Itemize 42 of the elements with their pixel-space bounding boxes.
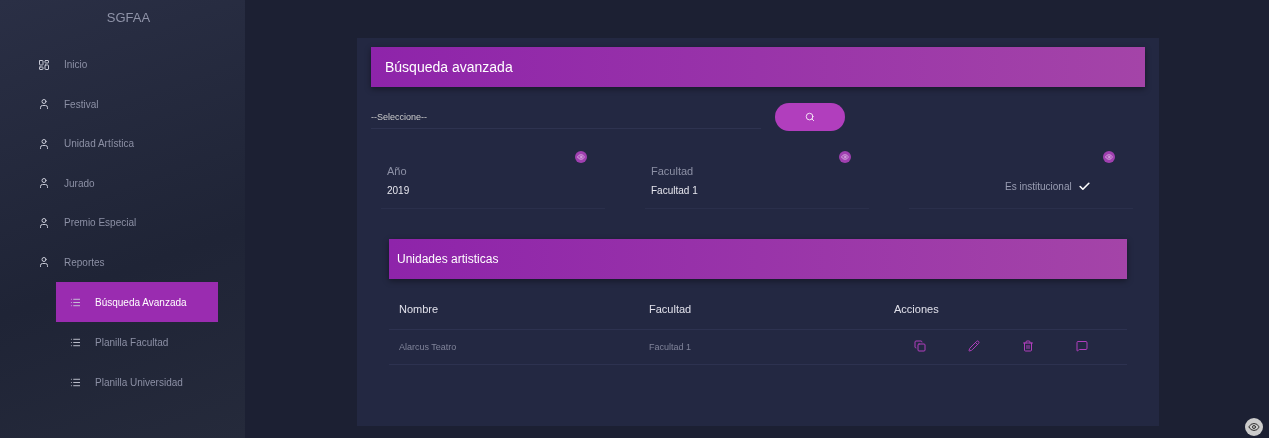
- eye-icon[interactable]: [839, 151, 851, 163]
- select-field[interactable]: --Seleccione--: [371, 105, 761, 129]
- dashboard-icon: [38, 58, 50, 71]
- card-header: Búsqueda avanzada: [371, 47, 1145, 87]
- column-header: Acciones: [884, 289, 1127, 330]
- pencil-icon[interactable]: [968, 340, 980, 354]
- sidebar-item[interactable]: Premio Especial: [0, 203, 245, 243]
- table-header: Unidades artisticas: [389, 239, 1127, 279]
- sidebar-item[interactable]: Planilla Universidad: [56, 362, 218, 402]
- search-button[interactable]: [775, 103, 845, 131]
- eye-icon[interactable]: [1103, 151, 1115, 163]
- sidebar-item[interactable]: Jurado: [0, 163, 245, 203]
- list-icon: [70, 376, 81, 388]
- sidebar-item[interactable]: Festival: [0, 84, 245, 124]
- list-icon: [70, 296, 81, 308]
- column-header: Nombre: [389, 289, 639, 330]
- person-icon: [38, 98, 50, 111]
- field-label: Año: [387, 165, 408, 177]
- person-icon: [38, 256, 50, 269]
- table-cell: Facultad 1: [639, 330, 884, 365]
- input-field[interactable]: 2019: [387, 185, 605, 196]
- person-icon: [38, 137, 50, 150]
- sidebar-item[interactable]: Inicio: [0, 45, 245, 85]
- checkbox[interactable]: [1077, 179, 1092, 193]
- eye-icon[interactable]: [575, 151, 587, 163]
- trash-icon[interactable]: [1022, 340, 1034, 354]
- sidebar-item[interactable]: Reportes: [0, 242, 245, 282]
- input-field[interactable]: Facultad 1: [651, 185, 869, 196]
- table-cell: Alarcus Teatro: [389, 330, 639, 365]
- sidebar-item[interactable]: Búsqueda Avanzada: [56, 282, 218, 322]
- column-header: Facultad: [639, 289, 884, 330]
- person-icon: [38, 177, 50, 190]
- search-icon: [805, 112, 815, 122]
- app-logo: SGFAA: [105, 9, 152, 27]
- sidebar-item[interactable]: Unidad Artística: [0, 124, 245, 164]
- eye-icon[interactable]: [1245, 418, 1263, 436]
- comment-icon[interactable]: [1076, 340, 1088, 354]
- field-label: Facultad: [651, 165, 695, 177]
- sidebar-item[interactable]: Planilla Facultad: [56, 322, 218, 362]
- checkbox-label: Es institucional: [1005, 180, 1072, 192]
- list-icon: [70, 336, 81, 348]
- person-icon: [38, 216, 50, 229]
